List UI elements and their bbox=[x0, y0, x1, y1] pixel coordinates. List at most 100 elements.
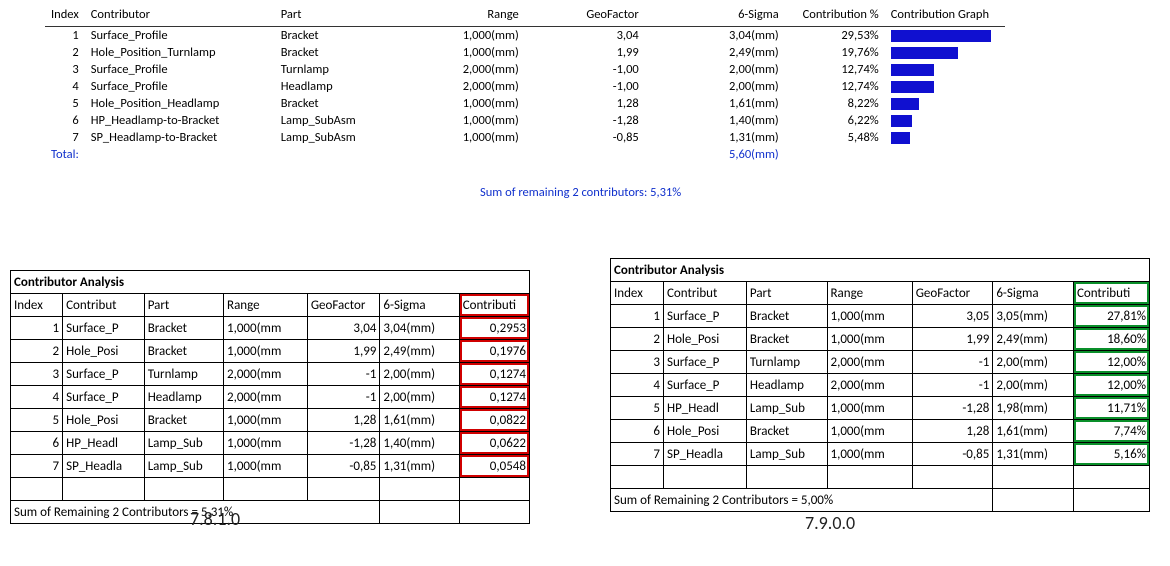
cell-part: Lamp_Sub bbox=[746, 397, 827, 420]
cell-index: 1 bbox=[611, 305, 664, 328]
cell-part: Turnlamp bbox=[746, 351, 827, 374]
cell-index: 5 bbox=[611, 397, 664, 420]
table-row: 3Surface_PTurnlamp2,000(mm-12,00(mm)0,12… bbox=[11, 363, 530, 386]
cell-part: Bracket bbox=[275, 27, 385, 45]
cell-bar bbox=[885, 129, 1005, 146]
cell-contrib: Hole_Posi bbox=[663, 420, 746, 443]
cell-index: 3 bbox=[611, 351, 664, 374]
cell-index: 6 bbox=[11, 432, 63, 455]
cell-range: 1,000(mm bbox=[827, 443, 912, 466]
cell-index: 1 bbox=[45, 27, 85, 45]
cell-range: 1,000(mm) bbox=[385, 27, 525, 45]
cell-6sigma: 1,61(mm) bbox=[380, 409, 459, 432]
cell-geo: 3,04 bbox=[525, 27, 645, 45]
excel-left: Contributor Analysis Index Contribut Par… bbox=[10, 270, 530, 524]
cell-part: Headlamp bbox=[275, 78, 385, 95]
cell-contrib: Hole_Posi bbox=[63, 409, 145, 432]
cell-6sigma: 1,31(mm) bbox=[645, 129, 785, 146]
cell-part: Bracket bbox=[746, 328, 827, 351]
cell-part: Bracket bbox=[144, 340, 223, 363]
excel-right-footer: Sum of Remaining 2 Contributors = 5,00% bbox=[611, 489, 1150, 512]
cell-6sigma: 2,00(mm) bbox=[645, 78, 785, 95]
cell-geo: -1,28 bbox=[912, 397, 993, 420]
table-row: 7SP_HeadlaLamp_Sub1,000(mm-0,851,31(mm)5… bbox=[611, 443, 1150, 466]
h-6sigma: 6-Sigma bbox=[380, 294, 459, 317]
cell-bar bbox=[885, 27, 1005, 45]
cell-range: 1,000(mm) bbox=[385, 129, 525, 146]
cell-contrib: Surface_P bbox=[63, 317, 145, 340]
cell-pct: 12,00% bbox=[1073, 351, 1149, 374]
cell-bar bbox=[885, 44, 1005, 61]
bar-icon bbox=[891, 30, 991, 42]
cell-index: 7 bbox=[11, 455, 63, 478]
cell-index: 3 bbox=[45, 61, 85, 78]
col-contribution-graph: Contribution Graph bbox=[885, 5, 1005, 27]
cell-range: 1,000(mm bbox=[224, 409, 308, 432]
cell-6sigma: 2,00(mm) bbox=[993, 374, 1074, 397]
cell-pct: 19,76% bbox=[785, 44, 885, 61]
h-6sigma: 6-Sigma bbox=[993, 282, 1074, 305]
cell-range: 1,000(mm) bbox=[385, 44, 525, 61]
cell-contrib: Surface_P bbox=[663, 305, 746, 328]
col-part: Part bbox=[275, 5, 385, 27]
cell-index: 7 bbox=[611, 443, 664, 466]
col-range: Range bbox=[385, 5, 525, 27]
cell-part: Headlamp bbox=[144, 386, 223, 409]
cell-range: 1,000(mm bbox=[827, 420, 912, 443]
cell-pct: 6,22% bbox=[785, 112, 885, 129]
h-contrib: Contribut bbox=[663, 282, 746, 305]
cell-part: Lamp_Sub bbox=[144, 455, 223, 478]
cell-pct: 0,1976 bbox=[459, 340, 529, 363]
excel-title-left: Contributor Analysis bbox=[11, 271, 530, 294]
cell-6sigma: 2,49(mm) bbox=[645, 44, 785, 61]
cell-geo: -0,85 bbox=[912, 443, 993, 466]
cell-contrib: Surface_P bbox=[63, 386, 145, 409]
bar-icon bbox=[891, 132, 910, 144]
cell-pct: 12,00% bbox=[1073, 374, 1149, 397]
table-row: 5Hole_Position_HeadlampBracket1,000(mm)1… bbox=[45, 95, 1005, 112]
cell-part: Lamp_Sub bbox=[746, 443, 827, 466]
h-contrib: Contribut bbox=[63, 294, 145, 317]
cell-index: 2 bbox=[611, 328, 664, 351]
cell-contrib: SP_Headla bbox=[663, 443, 746, 466]
cell-range: 1,000(mm bbox=[224, 340, 308, 363]
footer-text-right: Sum of Remaining 2 Contributors = 5,00% bbox=[611, 489, 993, 512]
cell-contrib: Surface_P bbox=[663, 351, 746, 374]
cell-geo: -1 bbox=[307, 363, 380, 386]
excel-right-header-row: Index Contribut Part Range GeoFactor 6-S… bbox=[611, 282, 1150, 305]
cell-index: 5 bbox=[45, 95, 85, 112]
cell-6sigma: 2,49(mm) bbox=[993, 328, 1074, 351]
cell-range: 1,000(mm bbox=[224, 317, 308, 340]
cell-bar bbox=[885, 61, 1005, 78]
h-range: Range bbox=[827, 282, 912, 305]
table-row: 1Surface_PBracket1,000(mm3,043,04(mm)0,2… bbox=[11, 317, 530, 340]
cell-geo: 1,28 bbox=[525, 95, 645, 112]
cell-6sigma: 1,31(mm) bbox=[993, 443, 1074, 466]
cell-contrib: Hole_Posi bbox=[663, 328, 746, 351]
cell-pct: 8,22% bbox=[785, 95, 885, 112]
cell-6sigma: 1,98(mm) bbox=[993, 397, 1074, 420]
cell-geo: -1,28 bbox=[307, 432, 380, 455]
excel-left-footer: Sum of Remaining 2 Contributors = 5,31% bbox=[11, 501, 530, 524]
cell-6sigma: 2,00(mm) bbox=[380, 363, 459, 386]
table-row: 5HP_HeadlLamp_Sub1,000(mm-1,281,98(mm)11… bbox=[611, 397, 1150, 420]
cell-geo: -1,28 bbox=[525, 112, 645, 129]
cell-part: Bracket bbox=[144, 317, 223, 340]
empty-row bbox=[11, 478, 530, 501]
cell-pct: 18,60% bbox=[1073, 328, 1149, 351]
cell-geo: -1 bbox=[912, 351, 993, 374]
excel-right: Contributor Analysis Index Contribut Par… bbox=[610, 258, 1150, 512]
cell-index: 6 bbox=[45, 112, 85, 129]
table-row: 7SP_Headlamp-to-BracketLamp_SubAsm1,000(… bbox=[45, 129, 1005, 146]
table-row: 2Hole_Position_TurnlampBracket1,000(mm)1… bbox=[45, 44, 1005, 61]
top-total-row: Total: 5,60(mm) bbox=[45, 146, 1005, 163]
bar-icon bbox=[891, 47, 958, 59]
cell-pct: 7,74% bbox=[1073, 420, 1149, 443]
table-row: 6HP_Headlamp-to-BracketLamp_SubAsm1,000(… bbox=[45, 112, 1005, 129]
col-geofactor: GeoFactor bbox=[525, 5, 645, 27]
table-row: 3Surface_ProfileTurnlamp2,000(mm)-1,002,… bbox=[45, 61, 1005, 78]
table-row: 6HP_HeadlLamp_Sub1,000(mm-1,281,40(mm)0,… bbox=[11, 432, 530, 455]
cell-pct: 0,0822 bbox=[459, 409, 529, 432]
total-label: Total: bbox=[45, 146, 275, 163]
table-row: 4Surface_PHeadlamp2,000(mm-12,00(mm)12,0… bbox=[611, 374, 1150, 397]
